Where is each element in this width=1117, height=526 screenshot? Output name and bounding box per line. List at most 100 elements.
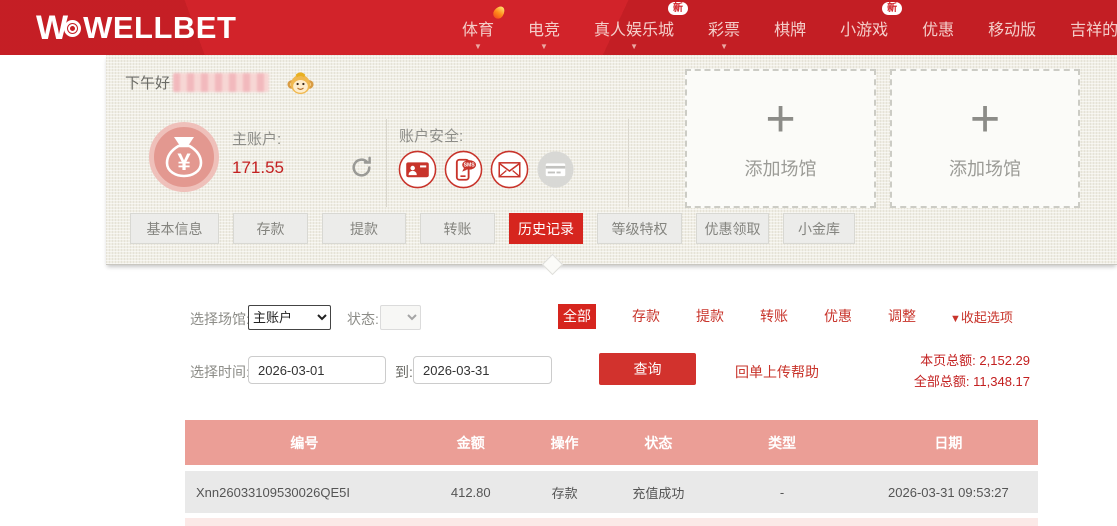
header-operation: 操作 xyxy=(550,434,579,451)
tab-deposit[interactable]: 存款 xyxy=(233,213,308,244)
account-tabs: 基本信息 存款 提款 转账 历史记录 等级特权 优惠领取 小金库 xyxy=(130,213,855,244)
header-id: 编号 xyxy=(290,434,319,451)
nav-item-jixiang[interactable]: 吉祥的 xyxy=(1070,0,1117,55)
greeting-text: 下午好 xyxy=(125,75,171,92)
row-status: 充值成功 xyxy=(632,485,685,501)
header-status: 状态 xyxy=(644,434,673,451)
tab-vip-privileges[interactable]: 等级特权 xyxy=(597,213,682,244)
new-badge: 新 xyxy=(668,2,689,15)
balance-block: 主账户: 171.55 xyxy=(232,128,284,178)
to-label: 到: xyxy=(395,364,413,380)
header-type: 类型 xyxy=(768,434,797,451)
all-total-value: 11,348.17 xyxy=(973,374,1030,389)
date-to-input[interactable] xyxy=(413,356,552,384)
header-amount: 金额 xyxy=(456,434,485,451)
nav-item-promotions[interactable]: 优惠 xyxy=(922,0,954,55)
nav-item-mobile[interactable]: 移动版 xyxy=(988,0,1036,55)
money-bag-yen-icon: ¥ xyxy=(148,121,220,193)
new-badge: 新 xyxy=(882,2,903,15)
type-tab-deposit[interactable]: 存款 xyxy=(632,306,660,326)
tab-history[interactable]: 历史记录 xyxy=(509,213,583,244)
row-id: Xnn26033109530026QE5I xyxy=(196,484,350,500)
page-total-value: 2,152.29 xyxy=(979,353,1030,368)
type-tab-promo[interactable]: 优惠 xyxy=(824,306,852,326)
monkey-face-icon xyxy=(287,69,314,96)
divider xyxy=(386,119,387,207)
all-total-label: 全部总额: xyxy=(913,374,970,389)
divider xyxy=(628,119,629,207)
page-total-label: 本页总额: xyxy=(920,353,976,368)
chevron-down-icon: ▼ xyxy=(540,42,548,51)
panel-notch xyxy=(541,253,564,276)
nav-label: 小游戏 xyxy=(840,21,889,39)
type-tab-withdraw[interactable]: 提款 xyxy=(696,306,724,326)
date-from-input[interactable] xyxy=(248,356,386,384)
add-venue-button[interactable]: + 添加场馆 xyxy=(685,69,876,208)
nav-item-live-casino[interactable]: 真人娱乐城 新 ▼ xyxy=(594,0,689,55)
phone-sms-icon[interactable]: SMS xyxy=(444,150,483,189)
next-row-partial xyxy=(185,518,1038,526)
page: W WELLBET 体育 ▼ 电竞 ▼ 真人娱乐城 新 ▼ 彩票 ▼ 棋牌 小游… xyxy=(0,0,1117,526)
venue-filter-label: 选择场馆: xyxy=(190,311,250,327)
mail-icon[interactable] xyxy=(490,150,529,189)
plus-icon: + xyxy=(765,89,796,148)
row-type: - xyxy=(779,484,785,500)
nav-label: 彩票 xyxy=(708,21,741,39)
nav-label: 优惠 xyxy=(922,21,955,39)
tab-vault[interactable]: 小金库 xyxy=(783,213,855,244)
history-type-tabs: 全部 存款 提款 转账 优惠 调整 xyxy=(558,303,916,329)
collapse-options-link[interactable]: ▼收起选项 xyxy=(950,307,1013,326)
tab-basic-info[interactable]: 基本信息 xyxy=(130,213,219,244)
nav-label: 棋牌 xyxy=(774,21,807,39)
chevron-down-icon: ▼ xyxy=(630,42,638,51)
nav-label: 真人娱乐城 xyxy=(594,21,675,39)
type-tab-adjust[interactable]: 调整 xyxy=(888,306,916,326)
nav-item-lottery[interactable]: 彩票 ▼ xyxy=(708,0,740,55)
status-filter-label: 状态: xyxy=(347,311,379,327)
bank-card-icon[interactable] xyxy=(536,150,575,189)
search-button[interactable]: 查询 xyxy=(599,353,696,385)
plus-icon: + xyxy=(969,89,1001,148)
header-date: 日期 xyxy=(934,434,963,451)
add-venue-button[interactable]: + 添加场馆 xyxy=(890,69,1080,208)
nav-label: 吉祥的 xyxy=(1070,21,1117,39)
id-card-icon[interactable] xyxy=(398,150,437,189)
time-filter-label: 选择时间: xyxy=(190,364,250,380)
logo-letter: W xyxy=(36,8,68,47)
main-nav: 体育 ▼ 电竞 ▼ 真人娱乐城 新 ▼ 彩票 ▼ 棋牌 小游戏 新 优惠 移动版… xyxy=(462,0,1117,55)
nav-item-board-games[interactable]: 棋牌 xyxy=(774,0,806,55)
all-total-line: 全部总额: 11,348.17 xyxy=(914,371,1030,392)
tab-promo-claim[interactable]: 优惠领取 xyxy=(696,213,769,244)
table-row: Xnn26033109530026QE5I 412.80 存款 充值成功 - 2… xyxy=(185,471,1038,513)
username-blurred xyxy=(173,73,270,92)
status-select[interactable] xyxy=(380,305,421,330)
nav-item-sports[interactable]: 体育 ▼ xyxy=(462,0,507,55)
receipt-upload-help-link[interactable]: 回单上传帮助 xyxy=(735,362,819,382)
nav-item-mini-games[interactable]: 小游戏 新 xyxy=(840,0,903,55)
refresh-icon[interactable] xyxy=(349,155,374,180)
wellbet-logo[interactable]: W WELLBET xyxy=(36,7,236,49)
nav-item-esports[interactable]: 电竞 ▼ xyxy=(528,0,560,55)
page-total-line: 本页总额: 2,152.29 xyxy=(914,350,1030,371)
logo-text: WELLBET xyxy=(83,10,237,45)
security-icons-row: SMS xyxy=(398,150,575,189)
nav-label: 体育 xyxy=(462,21,495,39)
type-tab-transfer[interactable]: 转账 xyxy=(760,306,788,326)
chevron-down-icon: ▼ xyxy=(474,42,482,51)
venue-select[interactable]: 主账户 xyxy=(248,305,331,330)
tab-withdraw[interactable]: 提款 xyxy=(322,213,406,244)
account-security-label: 账户安全: xyxy=(399,128,464,145)
main-account-label: 主账户: xyxy=(232,131,282,148)
table-header-row: 编号 金额 操作 状态 类型 日期 xyxy=(185,420,1038,465)
logo-spiral-icon xyxy=(64,19,82,37)
row-amount: 412.80 xyxy=(450,484,491,500)
logo-w-mark: W xyxy=(36,9,83,48)
greeting-row: 下午好 xyxy=(125,69,314,96)
add-venue-label: 添加场馆 xyxy=(744,158,817,179)
totals-block: 本页总额: 2,152.29 全部总额: 11,348.17 xyxy=(914,350,1030,392)
nav-label: 移动版 xyxy=(988,21,1037,39)
tab-transfer[interactable]: 转账 xyxy=(420,213,495,244)
add-venue-label: 添加场馆 xyxy=(949,158,1021,179)
svg-text:¥: ¥ xyxy=(177,149,191,176)
type-tab-all[interactable]: 全部 xyxy=(558,303,596,329)
